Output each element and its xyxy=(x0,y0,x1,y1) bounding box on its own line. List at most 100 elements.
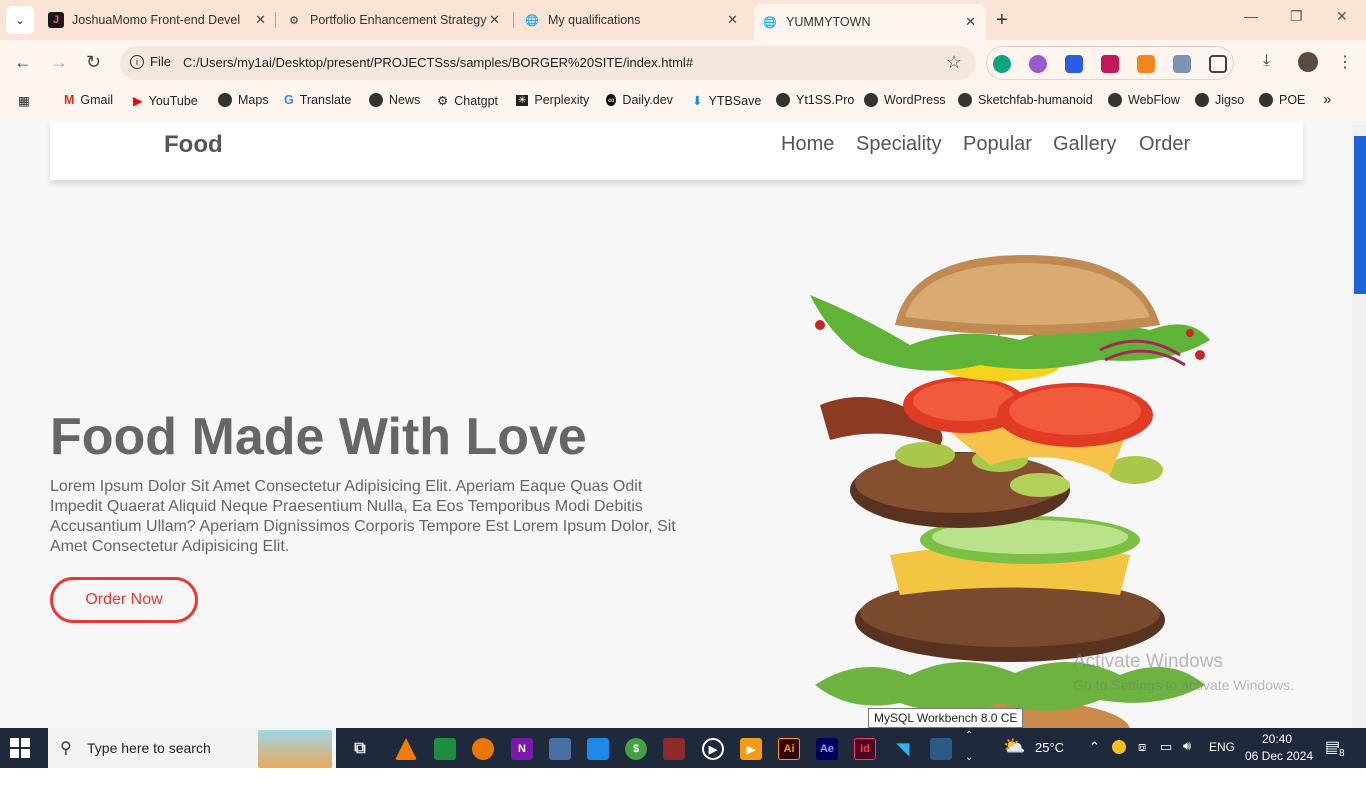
tab-qualifications[interactable]: 🌐 My qualifications ✕ xyxy=(524,6,738,34)
video-icon[interactable]: ▶ xyxy=(740,738,762,760)
vlc-icon[interactable] xyxy=(395,738,417,760)
taskbar-tooltip: MySQL Workbench 8.0 CE xyxy=(868,708,1024,728)
meet-icon[interactable]: ⧈ xyxy=(1138,739,1146,755)
weather-temp[interactable]: 25°C xyxy=(1035,740,1064,755)
bookmark-perplexity[interactable]: ✳ Perplexity xyxy=(516,93,589,107)
globe-icon xyxy=(1195,93,1209,107)
translate-icon: G xyxy=(284,93,294,107)
bookmark-chatgpt[interactable]: ⚙ Chatgpt xyxy=(437,93,498,109)
tray-app-icon[interactable] xyxy=(1112,740,1126,754)
show-hidden-icons[interactable]: ⌃ xyxy=(1089,739,1100,755)
activate-windows-watermark: Activate Windows Go to Settings to activ… xyxy=(1073,651,1294,693)
apps-grid-icon[interactable]: ▦ xyxy=(18,93,30,108)
address-bar[interactable]: i File C:/Users/my1ai/Desktop/present/PR… xyxy=(120,46,976,80)
bookmark-gmail[interactable]: M Gmail xyxy=(64,93,113,107)
puzzle-extensions-icon[interactable] xyxy=(1209,55,1227,73)
back-icon[interactable]: ← xyxy=(14,52,32,73)
bookmark-poe[interactable]: POE xyxy=(1259,93,1305,107)
taskbar-search-box[interactable]: ⚲ Type here to search xyxy=(48,728,336,768)
tab-title: Portfolio Enhancement Strategy xyxy=(310,13,487,27)
profile-avatar[interactable] xyxy=(1298,52,1318,72)
clock-time[interactable]: 20:40 xyxy=(1262,732,1292,746)
onenote-icon[interactable]: N xyxy=(511,738,533,760)
money-icon[interactable]: $ xyxy=(625,738,647,760)
battery-icon[interactable]: ▭ xyxy=(1160,739,1172,755)
nav-speciality[interactable]: Speciality xyxy=(856,133,942,156)
screen-bottom-area xyxy=(0,768,1366,805)
site-logo[interactable]: Food xyxy=(164,131,223,159)
close-icon[interactable]: ✕ xyxy=(965,14,976,30)
nav-gallery[interactable]: Gallery xyxy=(1053,133,1116,156)
taskbar-scroll-down-icon[interactable]: ⌄ xyxy=(965,752,973,763)
tab-joshuamomo[interactable]: J JoshuaMomo Front-end Develo ✕ xyxy=(48,6,266,34)
bookmark-yt1ss[interactable]: Yt1SS.Pro xyxy=(776,93,854,107)
after-effects-icon[interactable]: Ae xyxy=(816,738,838,760)
task-view-icon[interactable]: ⧉ xyxy=(349,738,371,760)
scrollbar-thumb[interactable] xyxy=(1354,136,1366,294)
blender-icon[interactable] xyxy=(472,738,494,760)
bookmark-sketchfab[interactable]: Sketchfab-humanoid xyxy=(958,93,1093,107)
bookmark-news[interactable]: News xyxy=(369,93,420,107)
info-icon: i xyxy=(130,54,144,69)
clock-date[interactable]: 06 Dec 2024 xyxy=(1245,749,1313,763)
globe-icon xyxy=(369,93,383,107)
bookmark-webflow[interactable]: WebFlow xyxy=(1108,93,1180,107)
remote-icon[interactable] xyxy=(549,738,571,760)
order-now-button[interactable]: Order Now xyxy=(50,577,198,623)
bookmark-translate[interactable]: G Translate xyxy=(284,93,351,107)
tab-title: My qualifications xyxy=(548,13,641,27)
tab-portfolio[interactable]: ⚙ Portfolio Enhancement Strategy ✕ xyxy=(286,6,500,34)
mysql-workbench-icon[interactable] xyxy=(930,738,952,760)
more-bookmarks-icon[interactable]: » xyxy=(1323,91,1331,108)
bookmark-youtube[interactable]: ▶ YouTube xyxy=(133,93,198,109)
bookmark-jigso[interactable]: Jigso xyxy=(1195,93,1244,107)
monitor-icon[interactable] xyxy=(587,738,609,760)
language-indicator[interactable]: ENG xyxy=(1209,740,1235,754)
metamask-extension-icon[interactable] xyxy=(1137,55,1155,73)
tab-yummytown[interactable]: 🌐 YUMMYTOWN ✕ xyxy=(754,4,986,40)
weather-icon[interactable]: ⛅ xyxy=(1003,736,1025,757)
reload-icon[interactable]: ↻ xyxy=(86,52,101,73)
wave-extension-icon[interactable] xyxy=(1065,55,1083,73)
tab-search-button[interactable]: ⌄ xyxy=(6,6,34,34)
close-icon[interactable]: ✕ xyxy=(255,12,266,28)
nav-order[interactable]: Order xyxy=(1139,133,1190,156)
chatgpt-extension-icon[interactable] xyxy=(993,55,1011,73)
bookmark-maps[interactable]: Maps xyxy=(218,93,269,107)
url-text[interactable]: C:/Users/my1ai/Desktop/present/PROJECTSs… xyxy=(183,55,693,70)
hexagon-extension-icon[interactable] xyxy=(1101,55,1119,73)
tab-divider xyxy=(513,12,514,28)
close-icon[interactable]: ✕ xyxy=(489,12,500,28)
bookmark-ytbsave[interactable]: ⬇ YTBSave xyxy=(692,93,761,109)
globe-icon xyxy=(1259,93,1273,107)
close-icon[interactable]: ✕ xyxy=(727,12,738,28)
media-player-icon[interactable]: ▶ xyxy=(702,738,724,760)
bookmark-star-icon[interactable]: ☆ xyxy=(946,52,962,73)
indesign-icon[interactable]: Id xyxy=(854,738,876,760)
menu-dots-icon[interactable]: ⋮ xyxy=(1337,52,1353,72)
chatgpt-icon: ⚙ xyxy=(289,14,299,27)
window-close-icon[interactable]: ✕ xyxy=(1336,8,1348,25)
bookmark-wordpress[interactable]: WordPress xyxy=(864,93,946,107)
globe-icon: 🌐 xyxy=(525,14,539,27)
tab-title: JoshuaMomo Front-end Develo xyxy=(72,13,240,27)
screen-extension-icon[interactable] xyxy=(1173,55,1191,73)
illustrator-icon[interactable]: Ai xyxy=(778,738,800,760)
vscode-icon[interactable]: ◥ xyxy=(892,738,914,760)
brain-extension-icon[interactable] xyxy=(1029,55,1047,73)
minimize-icon[interactable]: — xyxy=(1244,8,1258,24)
restore-icon[interactable]: ❐ xyxy=(1290,8,1303,25)
nav-home[interactable]: Home xyxy=(781,133,834,156)
nav-popular[interactable]: Popular xyxy=(963,133,1032,156)
new-tab-icon[interactable]: + xyxy=(996,9,1008,32)
download-icon[interactable]: ⤓ xyxy=(1263,52,1270,70)
forward-icon[interactable]: → xyxy=(50,52,68,73)
winrar-icon[interactable] xyxy=(663,738,685,760)
site-info-button[interactable]: i File xyxy=(130,54,171,69)
globe-icon xyxy=(218,93,232,107)
bookmark-dailydev[interactable]: ∞ Daily.dev xyxy=(606,93,673,107)
spreadsheet-icon[interactable] xyxy=(434,738,456,760)
volume-icon[interactable]: 🔊︎ xyxy=(1183,738,1191,754)
windows-start-icon[interactable] xyxy=(10,738,30,758)
taskbar-scroll-up-icon[interactable]: ⌃ xyxy=(965,730,973,741)
